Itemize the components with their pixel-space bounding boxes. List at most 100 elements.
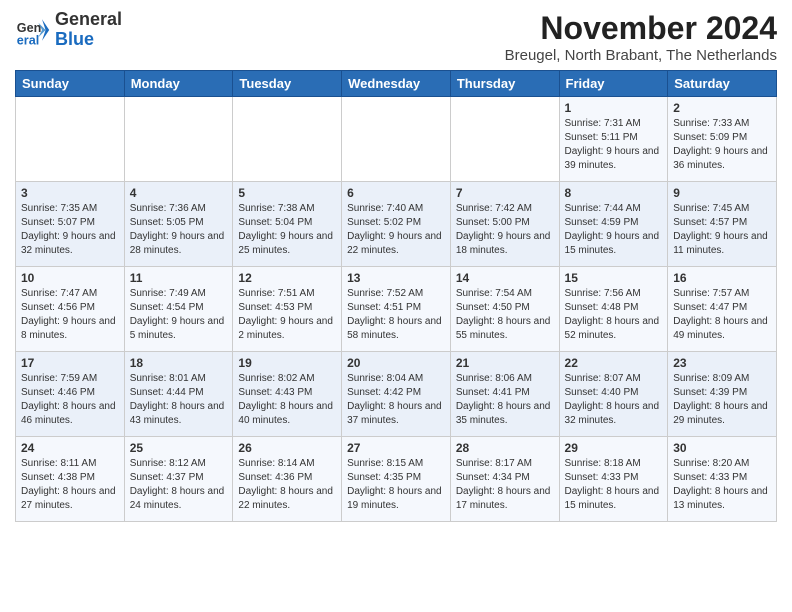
calendar-cell-w4-d3: 20Sunrise: 8:04 AMSunset: 4:42 PMDayligh… [342, 352, 451, 437]
calendar-cell-w4-d6: 23 Sunrise: 8:09 AMSunset: 4:39 PMDayligh… [668, 352, 777, 437]
day-number: 4 [130, 186, 228, 200]
calendar-cell-w5-d4: 28Sunrise: 8:17 AMSunset: 4:34 PMDayligh… [450, 437, 559, 522]
day-number: 6 [347, 186, 445, 200]
day-number: 16 [673, 271, 771, 285]
day-info: Sunrise: 8:06 AMSunset: 4:41 PMDaylight:… [456, 372, 554, 428]
day-number: 14 [456, 271, 554, 285]
weekday-header-friday: Friday [559, 71, 668, 97]
header: Gen eral General Blue November 2024 Breu… [15, 10, 777, 64]
day-number: 22 [565, 356, 663, 370]
logo: Gen eral General Blue [15, 10, 122, 50]
calendar-cell-w3-d2: 12 Sunrise: 7:51 AMSunset: 4:53 PMDayligh… [233, 267, 342, 352]
calendar-cell-w5-d0: 24 Sunrise: 8:11 AMSunset: 4:38 PMDayligh… [16, 437, 125, 522]
weekday-header-wednesday: Wednesday [342, 71, 451, 97]
calendar-cell-w3-d5: 15 Sunrise: 7:56 AMSunset: 4:48 PMDayligh… [559, 267, 668, 352]
week-row-3: 10 Sunrise: 7:47 AMSunset: 4:56 PMDayligh… [16, 267, 777, 352]
calendar-cell-w2-d4: 7 Sunrise: 7:42 AMSunset: 5:00 PMDaylight… [450, 182, 559, 267]
week-row-4: 17 Sunrise: 7:59 AMSunset: 4:46 PMDayligh… [16, 352, 777, 437]
day-number: 8 [565, 186, 663, 200]
day-number: 7 [456, 186, 554, 200]
day-info: Sunrise: 8:14 AMSunset: 4:36 PMDaylight:… [238, 457, 336, 513]
calendar-cell-w5-d2: 26Sunrise: 8:14 AMSunset: 4:36 PMDayligh… [233, 437, 342, 522]
calendar-cell-w3-d1: 11Sunrise: 7:49 AMSunset: 4:54 PMDayligh… [124, 267, 233, 352]
weekday-header-tuesday: Tuesday [233, 71, 342, 97]
calendar-cell-w5-d1: 25Sunrise: 8:12 AMSunset: 4:37 PMDayligh… [124, 437, 233, 522]
day-number: 9 [673, 186, 771, 200]
day-number: 25 [130, 441, 228, 455]
calendar-cell-w5-d5: 29 Sunrise: 8:18 AMSunset: 4:33 PMDayligh… [559, 437, 668, 522]
day-number: 30 [673, 441, 771, 455]
day-info: Sunrise: 7:33 AMSunset: 5:09 PMDaylight:… [673, 117, 771, 173]
calendar-cell-w1-d3 [342, 97, 451, 182]
calendar-cell-w1-d2 [233, 97, 342, 182]
day-number: 5 [238, 186, 336, 200]
day-info: Sunrise: 7:59 AMSunset: 4:46 PMDaylight:… [21, 372, 119, 428]
calendar-cell-w3-d4: 14 Sunrise: 7:54 AMSunset: 4:50 PMDayligh… [450, 267, 559, 352]
day-number: 3 [21, 186, 119, 200]
day-number: 1 [565, 101, 663, 115]
day-number: 13 [347, 271, 445, 285]
day-info: Sunrise: 8:07 AMSunset: 4:40 PMDaylight:… [565, 372, 663, 428]
day-info: Sunrise: 7:51 AMSunset: 4:53 PMDaylight:… [238, 287, 336, 343]
calendar-cell-w4-d1: 18Sunrise: 8:01 AMSunset: 4:44 PMDayligh… [124, 352, 233, 437]
day-info: Sunrise: 8:01 AMSunset: 4:44 PMDaylight:… [130, 372, 228, 428]
day-info: Sunrise: 7:45 AMSunset: 4:57 PMDaylight:… [673, 202, 771, 258]
day-info: Sunrise: 7:52 AMSunset: 4:51 PMDaylight:… [347, 287, 445, 343]
calendar-cell-w2-d0: 3 Sunrise: 7:35 AMSunset: 5:07 PMDaylight… [16, 182, 125, 267]
calendar-cell-w1-d5: 1 Sunrise: 7:31 AMSunset: 5:11 PMDaylight… [559, 97, 668, 182]
calendar-cell-w5-d3: 27Sunrise: 8:15 AMSunset: 4:35 PMDayligh… [342, 437, 451, 522]
day-number: 2 [673, 101, 771, 115]
day-info: Sunrise: 7:49 AMSunset: 4:54 PMDaylight:… [130, 287, 228, 343]
day-info: Sunrise: 7:36 AMSunset: 5:05 PMDaylight:… [130, 202, 228, 258]
calendar-table: SundayMondayTuesdayWednesdayThursdayFrid… [15, 70, 777, 522]
calendar-cell-w2-d6: 9 Sunrise: 7:45 AMSunset: 4:57 PMDaylight… [668, 182, 777, 267]
day-number: 12 [238, 271, 336, 285]
day-number: 21 [456, 356, 554, 370]
calendar-cell-w2-d5: 8 Sunrise: 7:44 AMSunset: 4:59 PMDaylight… [559, 182, 668, 267]
weekday-header-row: SundayMondayTuesdayWednesdayThursdayFrid… [16, 71, 777, 97]
day-number: 29 [565, 441, 663, 455]
logo-general: General [55, 9, 122, 29]
day-info: Sunrise: 7:38 AMSunset: 5:04 PMDaylight:… [238, 202, 336, 258]
month-title: November 2024 [505, 10, 777, 47]
week-row-2: 3 Sunrise: 7:35 AMSunset: 5:07 PMDaylight… [16, 182, 777, 267]
day-info: Sunrise: 8:11 AMSunset: 4:38 PMDaylight:… [21, 457, 119, 513]
day-info: Sunrise: 7:31 AMSunset: 5:11 PMDaylight:… [565, 117, 663, 173]
day-info: Sunrise: 8:20 AMSunset: 4:33 PMDaylight:… [673, 457, 771, 513]
calendar-cell-w5-d6: 30 Sunrise: 8:20 AMSunset: 4:33 PMDayligh… [668, 437, 777, 522]
logo-blue: Blue [55, 29, 94, 49]
day-info: Sunrise: 7:54 AMSunset: 4:50 PMDaylight:… [456, 287, 554, 343]
title-area: November 2024 Breugel, North Brabant, Th… [505, 10, 777, 64]
day-info: Sunrise: 8:17 AMSunset: 4:34 PMDaylight:… [456, 457, 554, 513]
svg-text:eral: eral [17, 33, 39, 47]
weekday-header-thursday: Thursday [450, 71, 559, 97]
day-number: 23 [673, 356, 771, 370]
calendar-cell-w1-d6: 2 Sunrise: 7:33 AMSunset: 5:09 PMDaylight… [668, 97, 777, 182]
calendar-cell-w1-d1 [124, 97, 233, 182]
calendar-cell-w4-d4: 21 Sunrise: 8:06 AMSunset: 4:41 PMDayligh… [450, 352, 559, 437]
calendar-cell-w3-d0: 10 Sunrise: 7:47 AMSunset: 4:56 PMDayligh… [16, 267, 125, 352]
calendar-cell-w2-d1: 4 Sunrise: 7:36 AMSunset: 5:05 PMDaylight… [124, 182, 233, 267]
day-info: Sunrise: 7:35 AMSunset: 5:07 PMDaylight:… [21, 202, 119, 258]
day-number: 15 [565, 271, 663, 285]
day-info: Sunrise: 7:42 AMSunset: 5:00 PMDaylight:… [456, 202, 554, 258]
day-info: Sunrise: 8:02 AMSunset: 4:43 PMDaylight:… [238, 372, 336, 428]
day-info: Sunrise: 7:56 AMSunset: 4:48 PMDaylight:… [565, 287, 663, 343]
logo-text: General Blue [55, 10, 122, 50]
logo-icon: Gen eral [15, 12, 51, 48]
day-info: Sunrise: 8:09 AMSunset: 4:39 PMDaylight:… [673, 372, 771, 428]
day-info: Sunrise: 7:44 AMSunset: 4:59 PMDaylight:… [565, 202, 663, 258]
weekday-header-sunday: Sunday [16, 71, 125, 97]
day-info: Sunrise: 8:15 AMSunset: 4:35 PMDaylight:… [347, 457, 445, 513]
day-info: Sunrise: 7:57 AMSunset: 4:47 PMDaylight:… [673, 287, 771, 343]
day-info: Sunrise: 8:18 AMSunset: 4:33 PMDaylight:… [565, 457, 663, 513]
day-number: 17 [21, 356, 119, 370]
calendar-cell-w2-d3: 6 Sunrise: 7:40 AMSunset: 5:02 PMDaylight… [342, 182, 451, 267]
day-info: Sunrise: 7:40 AMSunset: 5:02 PMDaylight:… [347, 202, 445, 258]
day-number: 10 [21, 271, 119, 285]
calendar-cell-w1-d0 [16, 97, 125, 182]
calendar-cell-w4-d2: 19Sunrise: 8:02 AMSunset: 4:43 PMDayligh… [233, 352, 342, 437]
day-number: 24 [21, 441, 119, 455]
day-info: Sunrise: 7:47 AMSunset: 4:56 PMDaylight:… [21, 287, 119, 343]
week-row-5: 24 Sunrise: 8:11 AMSunset: 4:38 PMDayligh… [16, 437, 777, 522]
